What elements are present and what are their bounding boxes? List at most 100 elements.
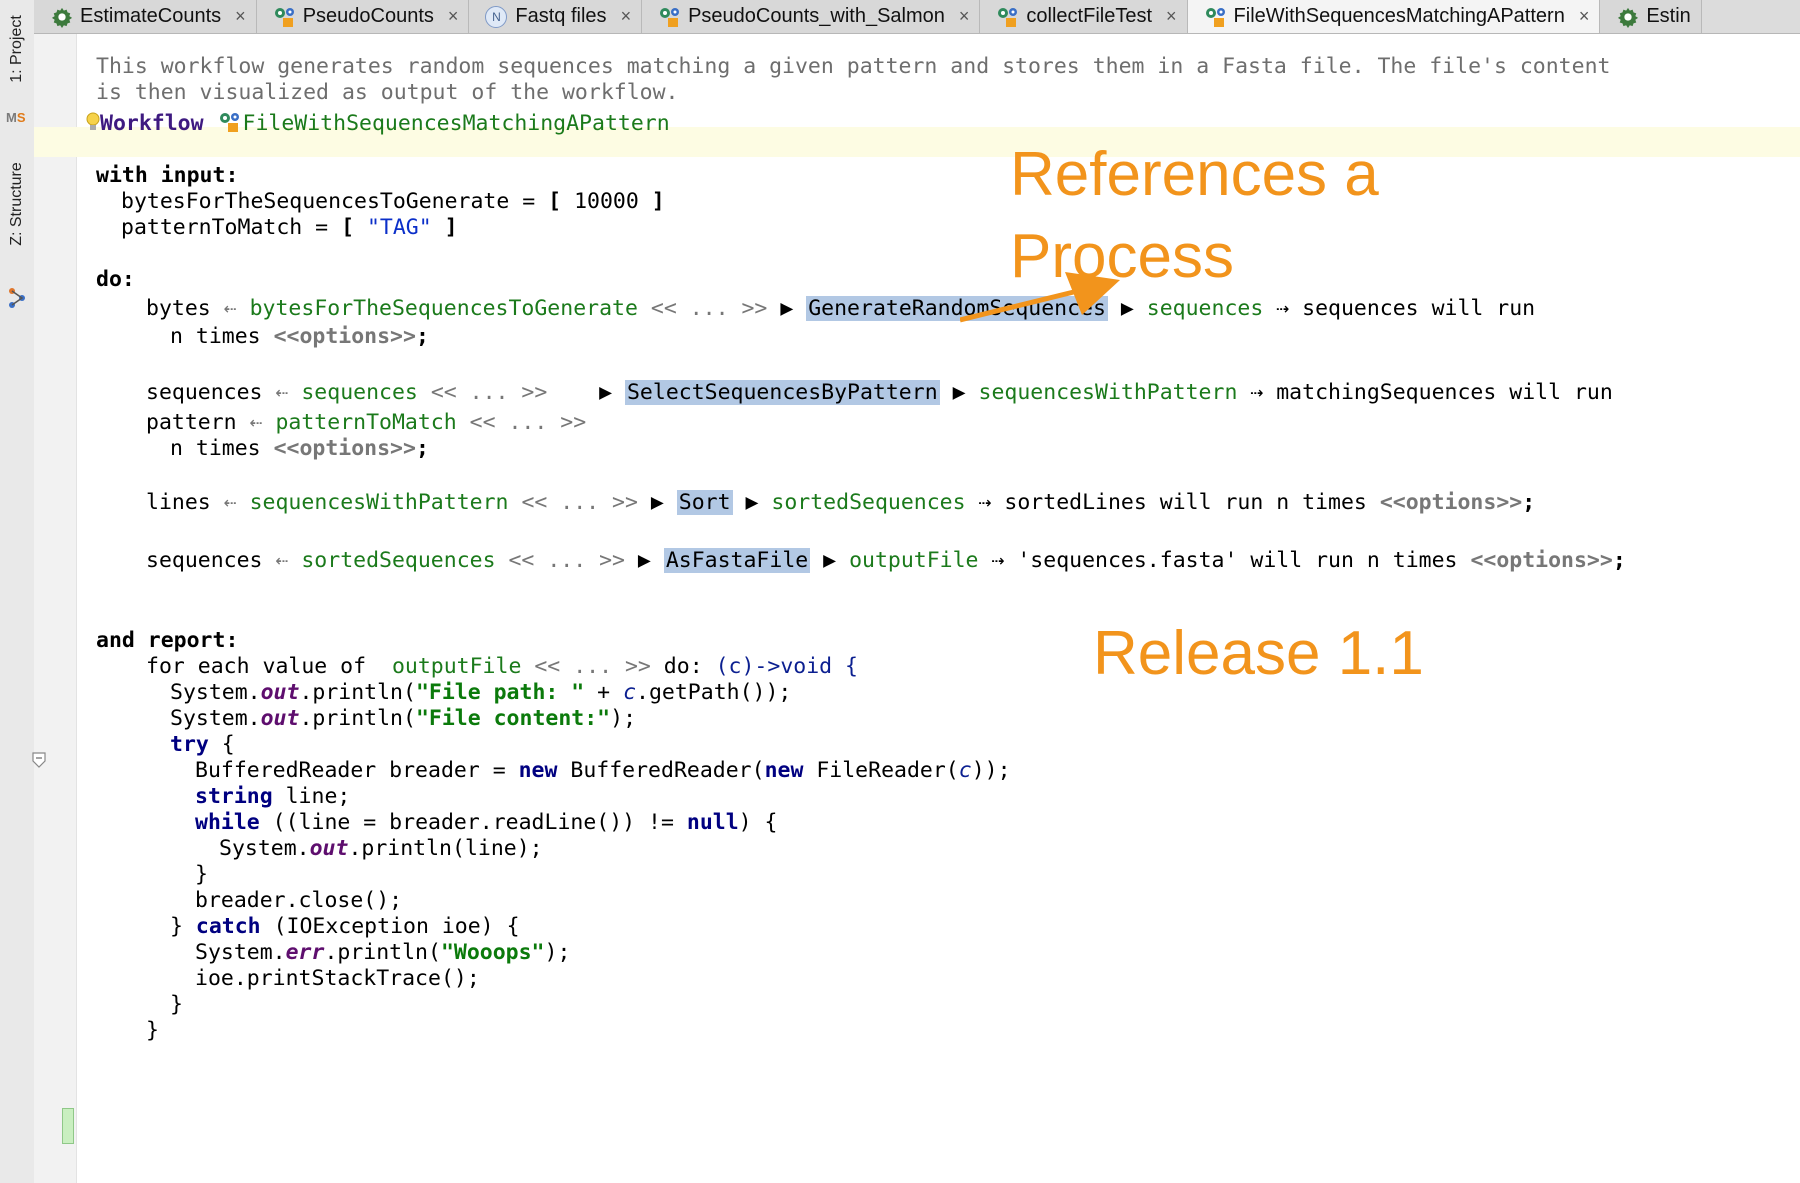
step2-ellipsis2: << ... >> [469, 410, 587, 435]
input2-value[interactable]: "TAG" [367, 215, 432, 240]
close-icon[interactable]: × [1166, 6, 1177, 27]
tab-collectfiletest[interactable]: collectFileTest × [980, 0, 1188, 33]
tab-label: PseudoCounts_with_Salmon [688, 5, 945, 27]
step2-options[interactable]: <<options>> [274, 436, 416, 461]
step1-will-run: will run [1431, 296, 1536, 321]
close-icon[interactable]: × [235, 6, 246, 27]
fold-marker-icon[interactable] [32, 752, 46, 768]
for-each-keyword: for each value of [146, 654, 367, 679]
step3-param[interactable]: lines [146, 490, 211, 515]
step3-will-run: will run n times [1159, 490, 1367, 515]
input1-value[interactable]: 10000 [574, 189, 639, 214]
step1-target[interactable]: sequences [1302, 296, 1419, 321]
tab-estin[interactable]: Estin [1600, 0, 1702, 33]
process-gears-icon [658, 6, 682, 28]
step2-output[interactable]: sequencesWithPattern [979, 380, 1238, 405]
file-path-string: "File path: " [415, 680, 585, 705]
gear-icon [50, 6, 74, 28]
editor-tab-bar: EstimateCounts × PseudoCounts × N Fastq files… [34, 0, 1800, 34]
workflow-header-line: Workflow FileWithSequencesMatchingAPatte… [86, 109, 670, 139]
step1-output[interactable]: sequences [1147, 296, 1264, 321]
step3-options[interactable]: <<options>> [1380, 490, 1522, 515]
java-line-7: System.out.println(line); [219, 836, 543, 861]
tab-fastq-files[interactable]: N Fastq files × [469, 0, 643, 33]
java-line-14: } [146, 1018, 159, 1043]
references-note-text: References a Process [1010, 140, 1379, 291]
java-line-13: } [170, 992, 183, 1017]
input1-name[interactable]: bytesForTheSequencesToGenerate [121, 189, 509, 214]
lambda-signature: (c)->void { [715, 654, 858, 679]
for-each-ellipsis: << ... >> [534, 654, 651, 679]
step3-target[interactable]: sortedLines [1004, 490, 1146, 515]
step4-ellipsis: << ... >> [508, 548, 625, 573]
change-marker [62, 1108, 74, 1144]
n-circle-icon: N [485, 5, 508, 28]
lightbulb-icon[interactable] [86, 111, 100, 133]
step2-line: sequences ⇠ sequences << ... >> ▶ Select… [146, 380, 1613, 405]
step2-ellipsis: << ... >> [430, 380, 548, 405]
java-line-2: System.out.println("File content:"); [170, 706, 637, 731]
step4-options[interactable]: <<options>> [1470, 548, 1612, 573]
process-gears-icon [273, 6, 297, 28]
step2-source[interactable]: sequences [301, 380, 418, 405]
annotation-arrow [960, 272, 1120, 323]
step3-output[interactable]: sortedSequences [771, 490, 965, 515]
tab-pseudocounts[interactable]: PseudoCounts × [256, 0, 470, 33]
for-each-source[interactable]: outputFile [392, 654, 521, 679]
close-icon[interactable]: × [621, 6, 632, 27]
structure-icon [9, 288, 25, 308]
wooops-string: "Wooops" [440, 940, 545, 965]
step4-output[interactable]: outputFile [849, 548, 978, 573]
step2-times-line: n times <<options>>; [170, 436, 429, 461]
step2-param[interactable]: sequences [146, 380, 263, 405]
project-tool-tab[interactable]: 1: Project [8, 15, 26, 83]
step4-line: sequences ⇠ sortedSequences << ... >> ▶ … [146, 548, 1626, 573]
step4-target[interactable]: 'sequences.fasta' [1017, 548, 1237, 573]
step1-ellipsis: << ... >> [650, 296, 768, 321]
input-line-2: patternToMatch = [ "TAG" ] [121, 215, 458, 240]
close-icon[interactable]: × [1579, 6, 1590, 27]
step2-process[interactable]: SelectSequencesByPattern [624, 380, 940, 405]
structure-tool-tab[interactable]: Z: Structure [8, 162, 26, 246]
tab-label: FileWithSequencesMatchingAPattern [1233, 5, 1565, 27]
step4-source[interactable]: sortedSequences [301, 548, 495, 573]
gear-icon [1616, 6, 1640, 28]
do-label: do: [96, 267, 135, 292]
input2-name[interactable]: patternToMatch [121, 215, 302, 240]
tab-label: Estin [1646, 5, 1691, 27]
step2-target[interactable]: matchingSequences [1276, 380, 1496, 405]
workflow-process-gears-icon [217, 111, 243, 133]
step1-source[interactable]: bytesForTheSequencesToGenerate [250, 296, 638, 321]
java-line-12: ioe.printStackTrace(); [195, 966, 480, 991]
step1-options[interactable]: <<options>> [274, 324, 416, 349]
step3-line: lines ⇠ sequencesWithPattern << ... >> ▶… [146, 490, 1536, 515]
mps-logo-icon: MS [6, 110, 26, 125]
step3-process[interactable]: Sort [676, 490, 733, 515]
editor-gutter [34, 34, 77, 1183]
step3-source[interactable]: sequencesWithPattern [250, 490, 509, 515]
tab-pseudocounts-with-salmon[interactable]: PseudoCounts_with_Salmon × [642, 0, 981, 33]
step4-param[interactable]: sequences [146, 548, 263, 573]
description-comment-line2: is then visualized as output of the work… [96, 80, 679, 105]
step1-n-times: n times [170, 324, 261, 349]
tab-estimatecounts[interactable]: EstimateCounts × [34, 0, 257, 33]
left-tool-stripe: 1: Project MS Z: Structure [0, 0, 35, 1183]
step2-source2[interactable]: patternToMatch [275, 410, 456, 435]
release-note: Release 1.1 [1093, 619, 1424, 688]
step2-param2[interactable]: pattern [146, 410, 237, 435]
workflow-keyword: Workflow [100, 111, 204, 136]
close-icon[interactable]: × [959, 6, 970, 27]
step2-will-run: will run [1509, 380, 1613, 405]
file-content-string: "File content:" [415, 706, 611, 731]
step1-line: bytes ⇠ bytesForTheSequencesToGenerate <… [146, 296, 1536, 321]
process-gears-icon [1204, 6, 1228, 28]
tab-filewithsequencesmatchingapattern[interactable]: FileWithSequencesMatchingAPattern × [1187, 0, 1601, 33]
tab-label: collectFileTest [1026, 5, 1153, 27]
tab-label: Fastq files [515, 5, 607, 27]
step4-process[interactable]: AsFastaFile [663, 548, 811, 573]
workflow-name[interactable]: FileWithSequencesMatchingAPattern [243, 111, 670, 136]
step3-ellipsis: << ... >> [521, 490, 638, 515]
step1-param[interactable]: bytes [146, 296, 211, 321]
tab-label: EstimateCounts [80, 5, 222, 27]
close-icon[interactable]: × [448, 6, 459, 27]
